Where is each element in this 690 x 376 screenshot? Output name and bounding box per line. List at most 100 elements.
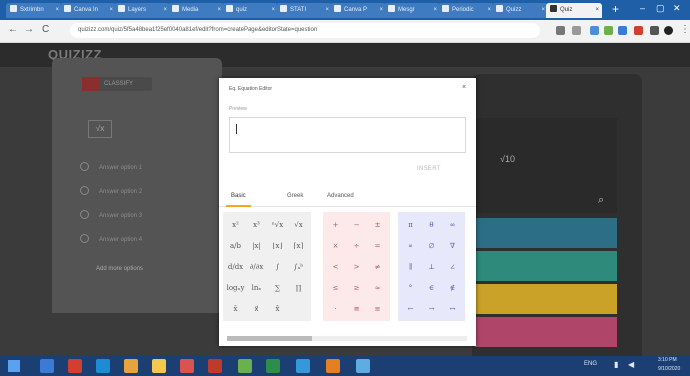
- taskbar-app-icon[interactable]: [152, 359, 166, 373]
- math-key[interactable]: x̂: [269, 300, 286, 317]
- question-type-dropdown[interactable]: CLASSIFY: [82, 77, 152, 91]
- math-key[interactable]: x̄: [227, 300, 244, 317]
- math-key[interactable]: ∅: [423, 237, 440, 254]
- option-radio[interactable]: [80, 210, 89, 219]
- math-key[interactable]: ≅: [348, 300, 365, 317]
- math-key[interactable]: x⃗: [248, 300, 265, 317]
- browser-tab[interactable]: Quizz ×: [492, 3, 548, 18]
- tab-close-icon[interactable]: ×: [325, 3, 329, 18]
- horizontal-scrollbar[interactable]: [227, 336, 467, 341]
- extension-icon[interactable]: [556, 26, 565, 35]
- math-key[interactable]: ∉: [444, 279, 461, 296]
- taskbar-app-icon[interactable]: [326, 359, 340, 373]
- taskbar-app-icon[interactable]: [296, 359, 310, 373]
- math-key[interactable]: ≥: [348, 279, 365, 296]
- answer-option[interactable]: Answer option 4: [80, 234, 142, 243]
- taskbar-app-icon[interactable]: [180, 359, 194, 373]
- answer-option[interactable]: Answer option 1: [80, 162, 142, 171]
- browser-tab[interactable]: Sxtrimbn ×: [6, 3, 62, 18]
- tab-close-icon[interactable]: ×: [595, 3, 599, 18]
- back-button[interactable]: ←: [8, 24, 18, 35]
- math-key[interactable]: ⊥: [423, 258, 440, 275]
- taskbar-app-icon[interactable]: [40, 359, 54, 373]
- tab-close-icon[interactable]: ×: [163, 3, 167, 18]
- volume-icon[interactable]: ◀: [628, 360, 634, 369]
- tab-close-icon[interactable]: ×: [55, 3, 59, 18]
- maximize-button[interactable]: ▢: [656, 3, 665, 14]
- answer-option[interactable]: Answer option 2: [80, 186, 142, 195]
- address-bar[interactable]: quizizz.com/quiz/5f5a48bea1f25ef0040a81e…: [70, 23, 540, 38]
- reload-button[interactable]: C: [42, 24, 49, 35]
- taskbar-app-icon[interactable]: [238, 359, 252, 373]
- math-key[interactable]: ∠: [444, 258, 461, 275]
- tab-advanced[interactable]: Advanced: [327, 193, 354, 199]
- extension-icon[interactable]: [604, 26, 613, 35]
- math-key[interactable]: ≠: [369, 258, 386, 275]
- math-key[interactable]: θ: [423, 216, 440, 233]
- windows-start-icon[interactable]: [8, 360, 20, 372]
- close-window-button[interactable]: ✕: [673, 3, 681, 14]
- math-key[interactable]: =: [369, 237, 386, 254]
- math-key[interactable]: a/b: [227, 237, 244, 254]
- language-indicator[interactable]: ENG: [584, 361, 597, 367]
- add-option-button[interactable]: Add more options: [96, 266, 143, 272]
- scrollbar-thumb[interactable]: [227, 336, 312, 341]
- math-key[interactable]: ←: [402, 300, 419, 317]
- equation-input[interactable]: [229, 117, 466, 153]
- new-tab-button[interactable]: +: [612, 2, 619, 16]
- option-radio[interactable]: [80, 234, 89, 243]
- tab-greek[interactable]: Greek: [287, 193, 303, 199]
- math-key[interactable]: x²: [227, 216, 244, 233]
- math-key[interactable]: ∫ₐᵇ: [290, 258, 307, 275]
- tab-close-icon[interactable]: ×: [271, 3, 275, 18]
- math-key[interactable]: °: [402, 279, 419, 296]
- browser-tab[interactable]: Canva In ×: [60, 3, 116, 18]
- math-key[interactable]: ÷: [348, 237, 365, 254]
- math-key[interactable]: ≡: [369, 300, 386, 317]
- math-key[interactable]: ∫: [269, 258, 286, 275]
- bookmark-star-icon[interactable]: [572, 26, 581, 35]
- clock-time[interactable]: 3:10 PM: [658, 357, 677, 363]
- math-key[interactable]: [290, 300, 307, 317]
- option-radio[interactable]: [80, 186, 89, 195]
- tab-close-icon[interactable]: ×: [109, 3, 113, 18]
- taskbar-app-icon[interactable]: [208, 359, 222, 373]
- math-key[interactable]: ∏: [290, 279, 307, 296]
- math-key[interactable]: d/dx: [227, 258, 244, 275]
- math-key[interactable]: <: [327, 258, 344, 275]
- math-key[interactable]: ·: [327, 300, 344, 317]
- math-key[interactable]: ∇: [444, 237, 461, 254]
- math-key[interactable]: ↔: [444, 300, 461, 317]
- browser-tab[interactable]: Media ×: [168, 3, 224, 18]
- network-icon[interactable]: ▮: [614, 360, 618, 369]
- math-key[interactable]: x³: [248, 216, 265, 233]
- browser-tab[interactable]: Quiz ×: [546, 3, 602, 18]
- extension-icon[interactable]: [590, 26, 599, 35]
- insert-button[interactable]: INSERT: [417, 166, 441, 172]
- math-key[interactable]: √x: [290, 216, 307, 233]
- math-key[interactable]: →: [423, 300, 440, 317]
- answer-option[interactable]: Answer option 3: [80, 210, 142, 219]
- math-key[interactable]: logₓy: [227, 279, 244, 296]
- math-key[interactable]: ∑: [269, 279, 286, 296]
- math-key[interactable]: ±: [369, 216, 386, 233]
- menu-icon[interactable]: ⋮: [680, 24, 690, 35]
- browser-tab[interactable]: Canva P ×: [330, 3, 386, 18]
- tab-close-icon[interactable]: ×: [379, 3, 383, 18]
- math-key[interactable]: ∂/∂x: [248, 258, 265, 275]
- tab-basic[interactable]: Basic: [226, 193, 251, 207]
- equation-button[interactable]: √x: [88, 120, 112, 138]
- browser-tab[interactable]: Periodic ×: [438, 3, 494, 18]
- profile-avatar[interactable]: [664, 26, 673, 35]
- math-key[interactable]: ≈: [369, 279, 386, 296]
- math-key[interactable]: ∈: [423, 279, 440, 296]
- browser-tab[interactable]: Layers ×: [114, 3, 170, 18]
- taskbar-app-icon[interactable]: [96, 359, 110, 373]
- extension-icon[interactable]: [650, 26, 659, 35]
- math-key[interactable]: ×: [327, 237, 344, 254]
- math-key[interactable]: ∞: [444, 216, 461, 233]
- math-key[interactable]: −: [348, 216, 365, 233]
- extension-icon[interactable]: [634, 26, 643, 35]
- zoom-icon[interactable]: ⌕: [598, 194, 604, 207]
- taskbar-app-icon[interactable]: [266, 359, 280, 373]
